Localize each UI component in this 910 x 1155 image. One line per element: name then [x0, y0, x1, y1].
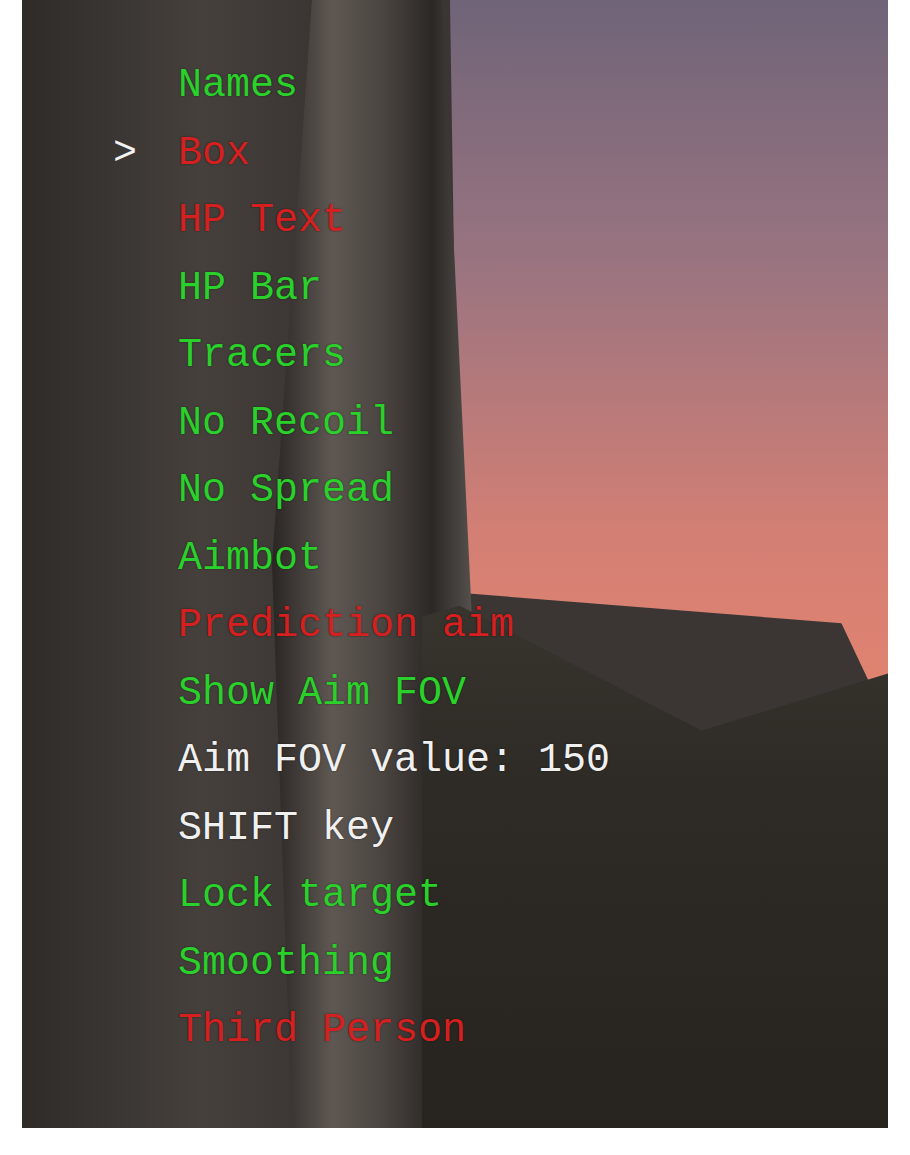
item-label[interactable]: Show Aim FOV: [178, 671, 466, 716]
menu-item[interactable]: Show Aim FOV: [113, 660, 610, 728]
item-label[interactable]: Tracers: [178, 333, 346, 378]
menu-item[interactable]: Names: [113, 52, 610, 120]
item-label[interactable]: Aim FOV value: 150: [178, 738, 610, 783]
item-label[interactable]: No Spread: [178, 468, 394, 513]
menu-item[interactable]: No Spread: [113, 457, 610, 525]
menu-item[interactable]: Aimbot: [113, 525, 610, 593]
menu-item[interactable]: Aim FOV value: 150: [113, 727, 610, 795]
menu-item[interactable]: Third Person: [113, 997, 610, 1065]
item-label[interactable]: HP Bar: [178, 266, 322, 311]
menu-item[interactable]: No Recoil: [113, 390, 610, 458]
menu-item[interactable]: Tracers: [113, 322, 610, 390]
item-label[interactable]: Names: [178, 63, 298, 108]
item-label[interactable]: Lock target: [178, 873, 442, 918]
item-label[interactable]: HP Text: [178, 198, 346, 243]
menu-item[interactable]: Lock target: [113, 862, 610, 930]
item-label[interactable]: Box: [178, 131, 250, 176]
item-label[interactable]: No Recoil: [178, 401, 394, 446]
item-label[interactable]: Smoothing: [178, 941, 394, 986]
item-label[interactable]: Third Person: [178, 1008, 466, 1053]
menu-item[interactable]: Prediction aim: [113, 592, 610, 660]
cheat-menu: Names>BoxHP TextHP BarTracersNo RecoilNo…: [113, 52, 610, 1065]
menu-item[interactable]: SHIFT key: [113, 795, 610, 863]
item-label[interactable]: Aimbot: [178, 536, 322, 581]
menu-item[interactable]: HP Text: [113, 187, 610, 255]
menu-item[interactable]: Smoothing: [113, 930, 610, 998]
menu-item[interactable]: >Box: [113, 120, 610, 188]
item-label[interactable]: SHIFT key: [178, 806, 394, 851]
item-label[interactable]: Prediction aim: [178, 603, 514, 648]
cursor-icon: >: [113, 131, 178, 176]
game-scene: Names>BoxHP TextHP BarTracersNo RecoilNo…: [22, 0, 888, 1128]
menu-item[interactable]: HP Bar: [113, 255, 610, 323]
